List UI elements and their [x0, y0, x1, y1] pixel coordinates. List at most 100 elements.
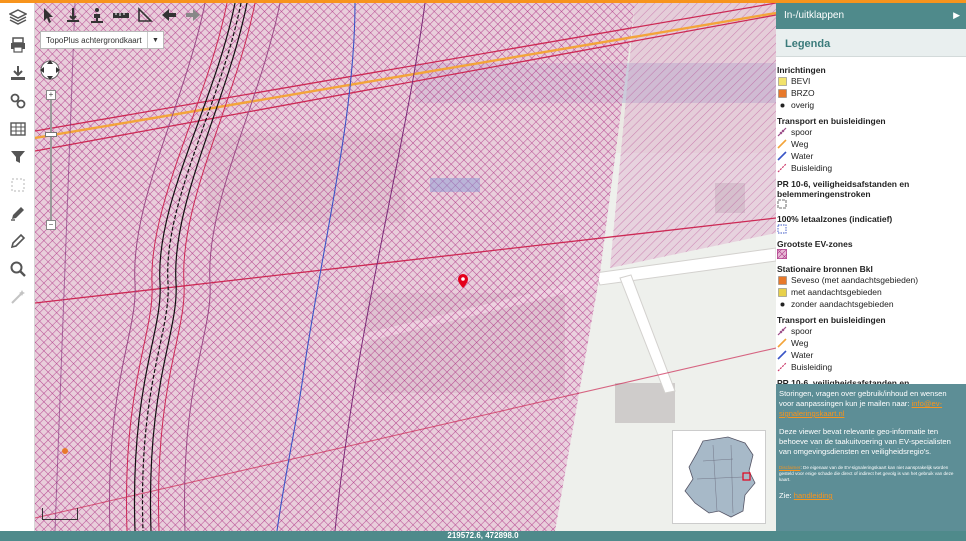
- legend-list: Inrichtingen BEVI BRZO overig Transport en b…: [776, 57, 966, 384]
- legend-item: Buisleiding: [777, 162, 966, 174]
- legend-heading: Transport en buisleidingen: [777, 315, 886, 325]
- back-arrow-icon: [162, 9, 176, 21]
- map-canvas[interactable]: [35, 3, 776, 531]
- legend-item: [777, 199, 966, 209]
- legend-heading: 100% letaalzones (indicatief): [777, 214, 893, 224]
- legend-label: Water: [791, 151, 814, 161]
- legend-heading: Inrichtingen: [777, 65, 826, 75]
- info-box: Storingen, vragen over gebruik/inhoud en…: [776, 384, 966, 531]
- legend-symbol-icon: [777, 326, 787, 336]
- measure-angle-button[interactable]: [134, 5, 156, 25]
- layers-button[interactable]: [5, 5, 31, 29]
- measure-angle-icon: [138, 7, 153, 22]
- manual-link[interactable]: handleiding: [794, 491, 833, 500]
- legend-label: zonder aandachtsgebieden: [791, 299, 894, 309]
- legend-symbol-icon: [777, 287, 787, 297]
- legend-item: overig: [777, 99, 966, 111]
- legend-item: Weg: [777, 138, 966, 150]
- background-layer-select[interactable]: TopoPlus achtergrondkaart ▼: [40, 31, 164, 49]
- print-icon: [11, 37, 25, 53]
- zoom-slider[interactable]: + −: [45, 90, 57, 230]
- scale-bar: [42, 508, 78, 520]
- legend-label: Weg: [791, 338, 809, 348]
- measure-person-icon: [91, 8, 103, 23]
- zoom-in-button[interactable]: +: [46, 90, 56, 100]
- coordinate-readout: 219572.6, 472898.0: [0, 531, 966, 541]
- legend-symbol-icon: [777, 299, 787, 309]
- link-icon: [10, 93, 26, 109]
- forward-arrow-button[interactable]: [182, 5, 204, 25]
- legend-item: [777, 249, 966, 259]
- print-button[interactable]: [5, 33, 31, 57]
- legend-item: Water: [777, 349, 966, 361]
- legend-symbol-icon: [777, 362, 787, 372]
- download-icon: [11, 66, 25, 80]
- legend-label: Seveso (met aandachtsgebieden): [791, 275, 919, 285]
- legend-symbol-icon: [777, 338, 787, 348]
- info-disclaimer: Disclaimer: De eigenaar van de EV-signal…: [779, 465, 962, 483]
- measure-line-button[interactable]: [110, 5, 132, 25]
- panel-toggle[interactable]: In-/uitklappen ▶: [776, 3, 966, 29]
- measure-person-button[interactable]: [86, 5, 108, 25]
- panel-toggle-label: In-/uitklappen: [784, 10, 845, 21]
- legend-item: met aandachtsgebieden: [777, 286, 966, 298]
- edit-pencil-icon: [11, 207, 24, 221]
- back-arrow-button[interactable]: [158, 5, 180, 25]
- legend-symbol-icon: [777, 224, 787, 234]
- zoom-track[interactable]: [50, 100, 52, 220]
- legend-item: Buisleiding: [777, 361, 966, 373]
- measure-point-icon: [67, 8, 79, 22]
- draw-pencil-icon: [10, 233, 26, 249]
- legend-label: Buisleiding: [791, 163, 833, 173]
- legend-symbol-icon: [777, 163, 787, 173]
- legend-label: Buisleiding: [791, 362, 833, 372]
- legend-item: Weg: [777, 337, 966, 349]
- legend-symbol-icon: [777, 151, 787, 161]
- download-button[interactable]: [5, 61, 31, 85]
- map-view[interactable]: [35, 3, 776, 531]
- magic-wand-button[interactable]: [5, 285, 31, 309]
- chevron-down-icon[interactable]: ▼: [147, 32, 163, 48]
- legend-label: BEVI: [791, 76, 811, 86]
- legend-label: spoor: [791, 326, 813, 336]
- overview-minimap[interactable]: [672, 430, 766, 524]
- zoom-out-button[interactable]: −: [46, 220, 56, 230]
- info-description: Deze viewer bevat relevante geo-informat…: [779, 427, 951, 456]
- draw-toolbar: [38, 5, 204, 27]
- filter-button[interactable]: [5, 145, 31, 169]
- pointer-button[interactable]: [38, 5, 60, 25]
- legend-symbol-icon: [777, 139, 787, 149]
- search-button[interactable]: [5, 257, 31, 281]
- filter-icon: [11, 151, 25, 163]
- legend-heading: Stationaire bronnen Bkl: [777, 264, 873, 274]
- info-manual: Zie: handleiding: [779, 491, 962, 501]
- link-button[interactable]: [5, 89, 31, 113]
- draw-pencil-button[interactable]: [5, 229, 31, 253]
- forward-arrow-icon: [186, 9, 200, 21]
- pointer-icon: [44, 8, 53, 23]
- legend-symbol-icon: [777, 76, 787, 86]
- select-rectangle-icon: [11, 178, 25, 192]
- chevron-right-icon[interactable]: ▶: [953, 10, 960, 21]
- legend-title: Legenda: [776, 29, 966, 57]
- legend-item: Seveso (met aandachtsgebieden): [777, 274, 966, 286]
- legend-symbol-icon: [777, 199, 787, 209]
- legend-item: BEVI: [777, 75, 966, 87]
- select-rectangle-button[interactable]: [5, 173, 31, 197]
- layers-icon: [9, 9, 27, 25]
- edit-pencil-button[interactable]: [5, 201, 31, 225]
- table-button[interactable]: [5, 117, 31, 141]
- legend-item: Water: [777, 150, 966, 162]
- pan-control-icon[interactable]: [37, 57, 63, 83]
- legend-symbol-icon: [777, 249, 787, 259]
- disclaimer-link[interactable]: Disclaimer: [779, 465, 800, 470]
- legend-symbol-icon: [777, 350, 787, 360]
- zoom-thumb[interactable]: [45, 132, 57, 137]
- legend-label: spoor: [791, 127, 813, 137]
- app: TopoPlus achtergrondkaart ▼ + − In-/uitk…: [0, 0, 966, 541]
- measure-point-button[interactable]: [62, 5, 84, 25]
- search-icon: [10, 261, 26, 277]
- legend-label: overig: [791, 100, 815, 110]
- legend-symbol-icon: [777, 100, 787, 110]
- legend-heading: Grootste EV-zones: [777, 239, 853, 249]
